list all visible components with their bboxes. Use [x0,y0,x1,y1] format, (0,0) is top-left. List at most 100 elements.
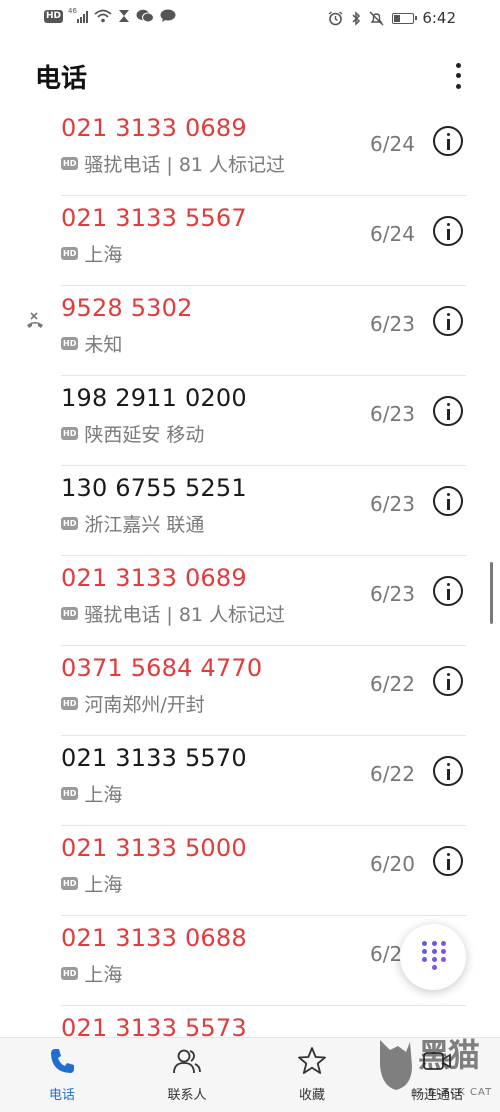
dial-dot [422,957,427,962]
dial-dot [431,941,437,946]
caller-location: 上海 [84,874,123,896]
dial-dot [431,957,437,962]
info-icon[interactable] [433,216,463,246]
call-log-row[interactable]: 198 2911 0200 HD 陕西延安 移动 6/23 [0,376,500,466]
call-date: 6/24 [370,222,415,246]
info-icon[interactable] [433,126,463,156]
network-type-label: 46 [68,6,77,15]
tab-meetime-label: 畅连通话 [410,1088,463,1103]
signal-4g-icon: 46 [68,6,89,23]
rejected-call-icon [27,312,43,328]
wifi-icon [94,9,112,23]
tab-phone[interactable]: 电话 [7,1038,117,1112]
call-subtitle: HD 河南郑州/开封 [61,690,205,717]
call-log-row[interactable]: 021 3133 5570 HD 上海 6/22 [0,736,500,826]
call-log-row[interactable]: 9528 5302 HD 未知 6/23 [0,286,500,376]
phone-number: 021 3133 0688 [61,924,247,952]
tab-favorites-label: 收藏 [298,1088,325,1103]
call-subtitle: HD 骚扰电话 | 81 人标记过 [61,150,285,177]
call-subtitle: HD 浙江嘉兴 联通 [61,510,204,537]
dialpad-button[interactable] [400,924,466,990]
call-subtitle: HD 上海 [61,870,122,897]
call-date: 6/2 [370,942,403,966]
caller-location: 骚扰电话 | 81 人标记过 [84,604,286,626]
dialpad-icon [422,941,446,971]
phone-number: 198 2911 0200 [61,384,247,412]
hd-call-icon: HD [61,877,79,890]
caller-location: 未知 [84,334,123,356]
phone-number: 021 3133 5000 [61,834,247,862]
phone-number: 9528 5302 [61,294,193,322]
call-date: 6/20 [370,852,415,876]
caller-location: 河南郑州/开封 [84,694,205,716]
info-icon[interactable] [433,486,463,516]
tab-contacts[interactable]: 联系人 [132,1038,242,1112]
star-icon [298,1047,326,1074]
contacts-icon [173,1049,201,1074]
call-date: 6/23 [370,492,415,516]
caller-location: 骚扰电话 | 81 人标记过 [84,154,286,176]
dial-dot [422,941,427,946]
call-log-row[interactable]: 130 6755 5251 HD 浙江嘉兴 联通 6/23 [0,466,500,556]
call-log-row[interactable]: 021 3133 5567 HD 上海 6/24 [0,196,500,286]
caller-location: 陕西延安 移动 [84,424,205,446]
call-date: 6/23 [370,582,415,606]
tab-phone-label: 电话 [48,1088,75,1103]
dial-dot [431,949,437,954]
phone-icon [51,1049,74,1073]
dial-dot [441,941,446,946]
status-bar: HD 46 6:42 [0,0,500,36]
call-subtitle: HD 陕西延安 移动 [61,420,204,447]
more-vert-icon[interactable] [446,60,470,92]
page-title: 电话 [35,64,88,94]
hd-call-icon: HD [61,427,79,440]
call-log-row[interactable]: 0371 5684 4770 HD 河南郑州/开封 6/22 [0,646,500,736]
call-log-row[interactable]: 021 3133 0689 HD 骚扰电话 | 81 人标记过 6/23 [0,556,500,646]
call-subtitle: HD 骚扰电话 | 81 人标记过 [61,600,285,627]
phone-number: 021 3133 5567 [61,204,247,232]
info-icon[interactable] [433,756,463,786]
phone-number: 0371 5684 4770 [61,654,263,682]
hd-call-icon: HD [61,787,79,800]
phone-number: 021 3133 0689 [61,564,247,592]
call-log-row[interactable]: 021 3133 5000 HD 上海 6/20 [0,826,500,916]
tab-contacts-label: 联系人 [167,1088,207,1103]
message-icon [160,9,176,22]
info-icon[interactable] [433,576,463,606]
hd-call-icon: HD [61,607,79,620]
hd-icon: HD [44,9,64,23]
status-right: 6:42 [328,9,456,27]
caller-location: 上海 [84,784,123,806]
call-subtitle: HD 上海 [61,240,122,267]
info-icon[interactable] [433,306,463,336]
status-time: 6:42 [422,9,456,27]
hd-call-icon: HD [61,157,79,170]
tab-favorites[interactable]: 收藏 [257,1038,367,1112]
tab-meetime[interactable]: 畅连通话 [382,1038,492,1112]
bottom-navigation: 电话 联系人 收藏 畅连通话 [0,1037,500,1112]
info-icon[interactable] [433,396,463,426]
call-log-row[interactable]: 021 3133 0689 HD 骚扰电话 | 81 人标记过 6/24 [0,106,500,196]
info-icon[interactable] [433,846,463,876]
wechat-icon [136,9,155,23]
video-call-icon [423,1052,451,1070]
call-subtitle: HD 未知 [61,330,122,357]
call-date: 6/24 [370,132,415,156]
dial-dot [441,957,446,962]
call-date: 6/23 [370,402,415,426]
caller-location: 上海 [84,964,123,986]
bluetooth-icon [352,10,361,26]
dial-dot [422,949,427,954]
call-subtitle: HD 上海 [61,960,122,987]
hd-call-icon: HD [61,247,79,260]
scroll-indicator[interactable] [490,562,493,624]
hd-call-icon: HD [61,967,79,980]
status-left: HD 46 [44,6,176,23]
call-date: 6/22 [370,672,415,696]
info-icon[interactable] [433,666,463,696]
phone-number: 130 6755 5251 [61,474,247,502]
alarm-icon [328,10,343,25]
phone-number: 021 3133 0689 [61,114,247,142]
call-subtitle: HD 上海 [61,780,122,807]
phone-number: 021 3133 5570 [61,744,247,772]
